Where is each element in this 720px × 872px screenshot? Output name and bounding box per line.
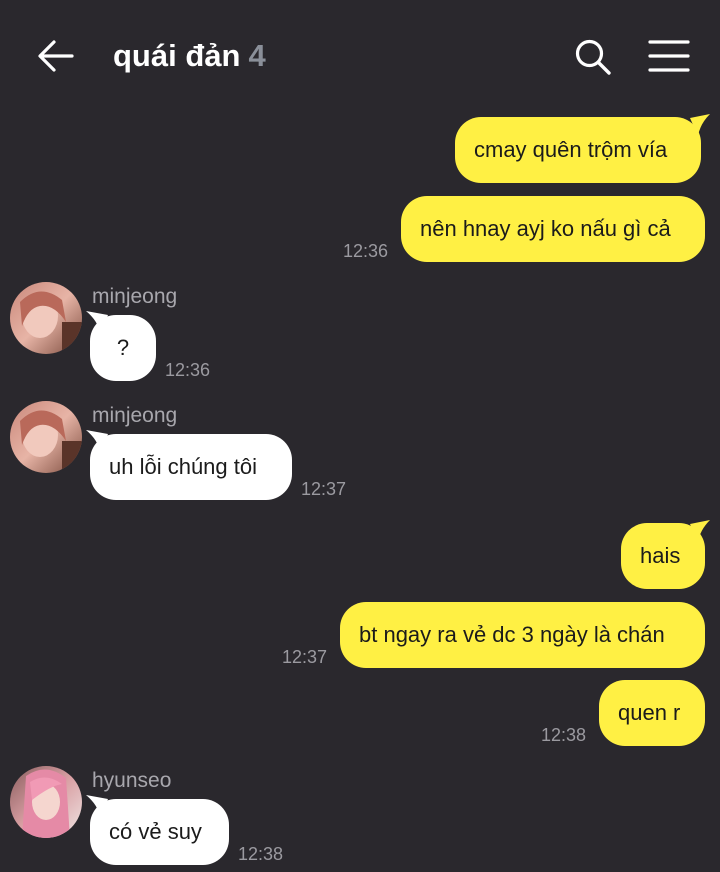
member-count: 4 — [248, 38, 266, 73]
back-arrow-icon[interactable] — [36, 36, 76, 76]
bubble-tail — [86, 430, 108, 452]
message-time: 12:37 — [282, 647, 328, 667]
sender-name: minjeong — [92, 404, 178, 427]
bubble-tail — [86, 795, 108, 817]
message-time: 12:36 — [343, 241, 389, 261]
chat-title: quái đản 4 — [113, 38, 266, 74]
menu-icon[interactable] — [648, 38, 690, 74]
message-time: 12:37 — [301, 479, 347, 499]
avatar-image — [10, 282, 82, 354]
avatar[interactable] — [10, 401, 82, 473]
avatar-image — [10, 401, 82, 473]
chat-name: quái đản — [113, 38, 241, 73]
avatar-image — [10, 766, 82, 838]
message-bubble-theirs[interactable]: có vẻ suy — [90, 799, 229, 865]
sender-name: minjeong — [92, 285, 178, 308]
message-bubble-theirs[interactable]: uh lỗi chúng tôi — [90, 434, 292, 500]
message-bubble-mine[interactable]: cmay quên trộm vía — [455, 117, 701, 183]
message-time: 12:38 — [541, 725, 587, 745]
message-time: 12:38 — [238, 844, 284, 864]
message-time: 12:36 — [165, 360, 211, 380]
message-bubble-mine[interactable]: bt ngay ra vẻ dc 3 ngày là chán — [340, 602, 705, 668]
sender-name: hyunseo — [92, 769, 172, 792]
bubble-tail — [690, 114, 710, 136]
search-icon[interactable] — [573, 37, 613, 77]
bubble-tail — [690, 520, 710, 542]
avatar[interactable] — [10, 766, 82, 838]
avatar[interactable] — [10, 282, 82, 354]
chat-header: quái đản 4 — [0, 0, 720, 110]
bubble-tail — [86, 311, 108, 333]
message-bubble-mine[interactable]: nên hnay ayj ko nấu gì cả — [401, 196, 705, 262]
message-bubble-mine[interactable]: quen r — [599, 680, 705, 746]
